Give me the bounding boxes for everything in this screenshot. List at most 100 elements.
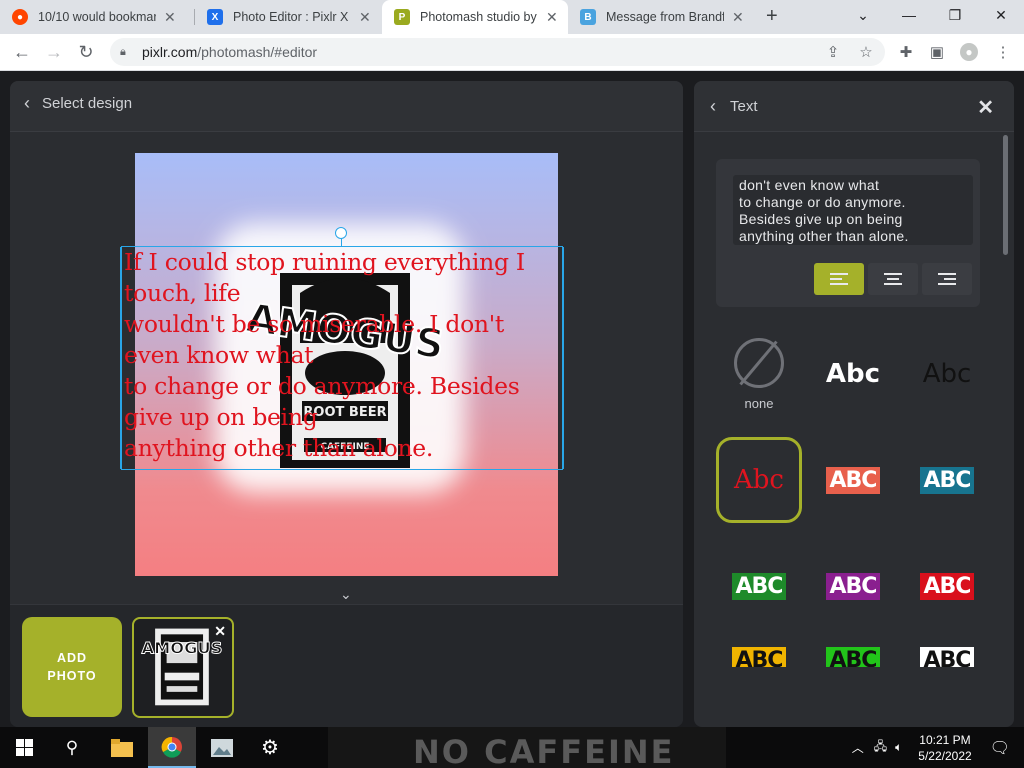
resize-handle-right[interactable] <box>562 247 564 469</box>
align-right-icon <box>938 270 956 288</box>
url-host: pixlr.com <box>142 44 198 60</box>
thumbnail-text-amogus: AMOGUS <box>141 639 222 658</box>
tab-title: Message from Brandfo <box>606 10 724 24</box>
no-style-icon <box>734 337 784 388</box>
share-icon[interactable]: ⇪ <box>824 43 842 61</box>
forward-arrow-icon[interactable]: → <box>42 40 66 64</box>
align-left-icon <box>830 270 848 288</box>
system-tray: ︿ 🖧︎ 🔈︎ 10:21 PM 5/22/2022 🗨︎ <box>852 727 1024 768</box>
photo-strip: ADD PHOTO AMOGUS ✕ <box>10 604 683 727</box>
tab-search-icon[interactable]: ⌄ <box>840 0 886 30</box>
browser-tab[interactable]: ● 10/10 would bookmark ✕ <box>0 0 190 34</box>
style-red-plain-selected[interactable]: Abc <box>716 437 802 523</box>
add-photo-button[interactable]: ADD PHOTO <box>22 617 122 717</box>
tab-title: 10/10 would bookmark <box>38 10 156 24</box>
panel-header: ‹ Text ✕ <box>694 81 1014 132</box>
align-left-button[interactable] <box>814 263 864 295</box>
restore-button[interactable]: ❐ <box>932 0 978 30</box>
style-none[interactable]: none <box>716 331 802 417</box>
pixlr-x-icon: X <box>207 9 223 25</box>
style-none-label: none <box>744 395 774 411</box>
text-input[interactable]: don't even know what to change or do any… <box>733 175 973 245</box>
back-arrow-icon[interactable]: ← <box>10 40 34 64</box>
align-center-button[interactable] <box>868 263 918 295</box>
close-window-button[interactable]: ✕ <box>978 0 1024 30</box>
style-lime-box[interactable]: ABC <box>810 627 896 667</box>
remove-photo-icon[interactable]: ✕ <box>214 623 226 640</box>
banner-text: NO CAFFEINE <box>413 733 675 768</box>
add-photo-label: ADD PHOTO <box>47 651 97 683</box>
chevron-left-icon: ‹ <box>710 96 716 116</box>
system-clock[interactable]: 10:21 PM 5/22/2022 <box>918 732 971 764</box>
new-tab-button[interactable]: + <box>766 5 778 28</box>
chevron-down-icon[interactable]: ⌄ <box>340 586 352 603</box>
chrome-icon[interactable] <box>148 727 196 768</box>
select-design-label: Select design <box>42 95 133 112</box>
panel-scrollbar[interactable] <box>1003 135 1008 255</box>
style-red-box[interactable]: ABC <box>904 543 990 629</box>
style-black-plain[interactable]: Abc <box>904 331 990 417</box>
style-white-plain[interactable]: Abc <box>810 331 896 417</box>
file-explorer-icon[interactable] <box>98 727 146 768</box>
url-path: /photomash/#editor <box>197 44 318 60</box>
photos-app-icon[interactable] <box>198 727 246 768</box>
tab-title: Photomash studio by P <box>420 10 538 24</box>
browser-tab-bar: ● 10/10 would bookmark ✕ X Photo Editor … <box>0 0 1024 34</box>
browser-tab[interactable]: B Message from Brandfo ✕ <box>568 0 758 34</box>
settings-gear-icon[interactable]: ⚙ <box>246 727 294 768</box>
design-canvas[interactable]: ROOT BEER CAFFEINE AMOGUS If I could sto… <box>120 153 564 576</box>
text-editor-card: don't even know what to change or do any… <box>716 159 980 307</box>
brandfolder-icon: B <box>580 9 596 25</box>
style-white-box[interactable]: ABC <box>904 627 990 667</box>
search-icon[interactable]: ⚲ <box>48 727 96 768</box>
profile-avatar-icon[interactable]: ● <box>960 43 978 61</box>
chevron-left-icon: ‹ <box>24 93 30 113</box>
panel-title: Text <box>730 98 758 115</box>
windows-taskbar: ⚲ ⚙ NO CAFFEINE ︿ 🖧︎ 🔈︎ 10:21 PM 5/22/20… <box>0 727 1024 768</box>
resize-handle-left[interactable] <box>120 247 122 469</box>
browser-tab-active[interactable]: P Photomash studio by P ✕ <box>382 0 568 34</box>
close-tab-icon[interactable]: ✕ <box>359 9 371 26</box>
reload-icon[interactable]: ↻ <box>74 40 98 64</box>
panel-back-button[interactable]: ‹ Text <box>710 96 758 117</box>
photomash-app: ‹ Select design ROOT BEER CAFFEINE AMOGU… <box>0 71 1024 727</box>
style-yellow-box[interactable]: ABC <box>716 627 802 667</box>
align-center-icon <box>884 270 902 288</box>
extensions-puzzle-icon[interactable]: ✚ <box>897 43 915 61</box>
style-teal-box[interactable]: ABC <box>904 437 990 523</box>
notifications-icon[interactable]: 🗨︎ <box>990 738 1010 758</box>
rotate-handle[interactable] <box>335 227 347 239</box>
menu-kebab-icon[interactable]: ⋮ <box>994 43 1012 61</box>
select-design-button[interactable]: ‹ Select design <box>24 93 132 114</box>
volume-icon[interactable]: 🔈︎ <box>895 740 902 755</box>
photomash-icon: P <box>394 9 410 25</box>
canvas-text[interactable]: If I could stop ruining everything I tou… <box>124 247 560 464</box>
close-tab-icon[interactable]: ✕ <box>164 9 176 26</box>
lock-icon: 🔒︎ <box>120 45 126 58</box>
style-purple-box[interactable]: ABC <box>810 543 896 629</box>
photo-thumbnail[interactable]: AMOGUS ✕ <box>132 617 234 718</box>
minimize-button[interactable]: — <box>886 0 932 30</box>
style-green-box[interactable]: ABC <box>716 543 802 629</box>
text-layer-selection[interactable]: If I could stop ruining everything I tou… <box>120 227 564 470</box>
side-panel-icon[interactable]: ▣ <box>928 43 946 61</box>
editor-header: ‹ Select design <box>10 81 683 132</box>
tab-title: Photo Editor : Pixlr X - f <box>233 10 351 24</box>
browser-tab[interactable]: X Photo Editor : Pixlr X - f ✕ <box>195 0 380 34</box>
bookmark-star-icon[interactable]: ☆ <box>857 43 875 61</box>
address-bar[interactable]: 🔒︎ pixlr.com/photomash/#editor <box>110 38 885 66</box>
align-right-button[interactable] <box>922 263 972 295</box>
close-tab-icon[interactable]: ✕ <box>732 9 744 26</box>
alignment-group <box>814 263 972 295</box>
reddit-icon: ● <box>12 9 28 25</box>
close-icon[interactable]: ✕ <box>977 95 994 120</box>
network-icon[interactable]: 🖧︎ <box>874 737 887 758</box>
taskbar-background-image: NO CAFFEINE <box>328 727 726 768</box>
browser-toolbar: ← → ↻ 🔒︎ pixlr.com/photomash/#editor ⇪ ☆… <box>0 34 1024 71</box>
style-coral-box[interactable]: ABC <box>810 437 896 523</box>
clock-time: 10:21 PM <box>919 732 971 747</box>
chevron-up-icon[interactable]: ︿ <box>852 739 864 756</box>
clock-date: 5/22/2022 <box>918 748 972 763</box>
windows-start-icon[interactable] <box>0 727 48 768</box>
close-tab-icon[interactable]: ✕ <box>546 9 558 26</box>
